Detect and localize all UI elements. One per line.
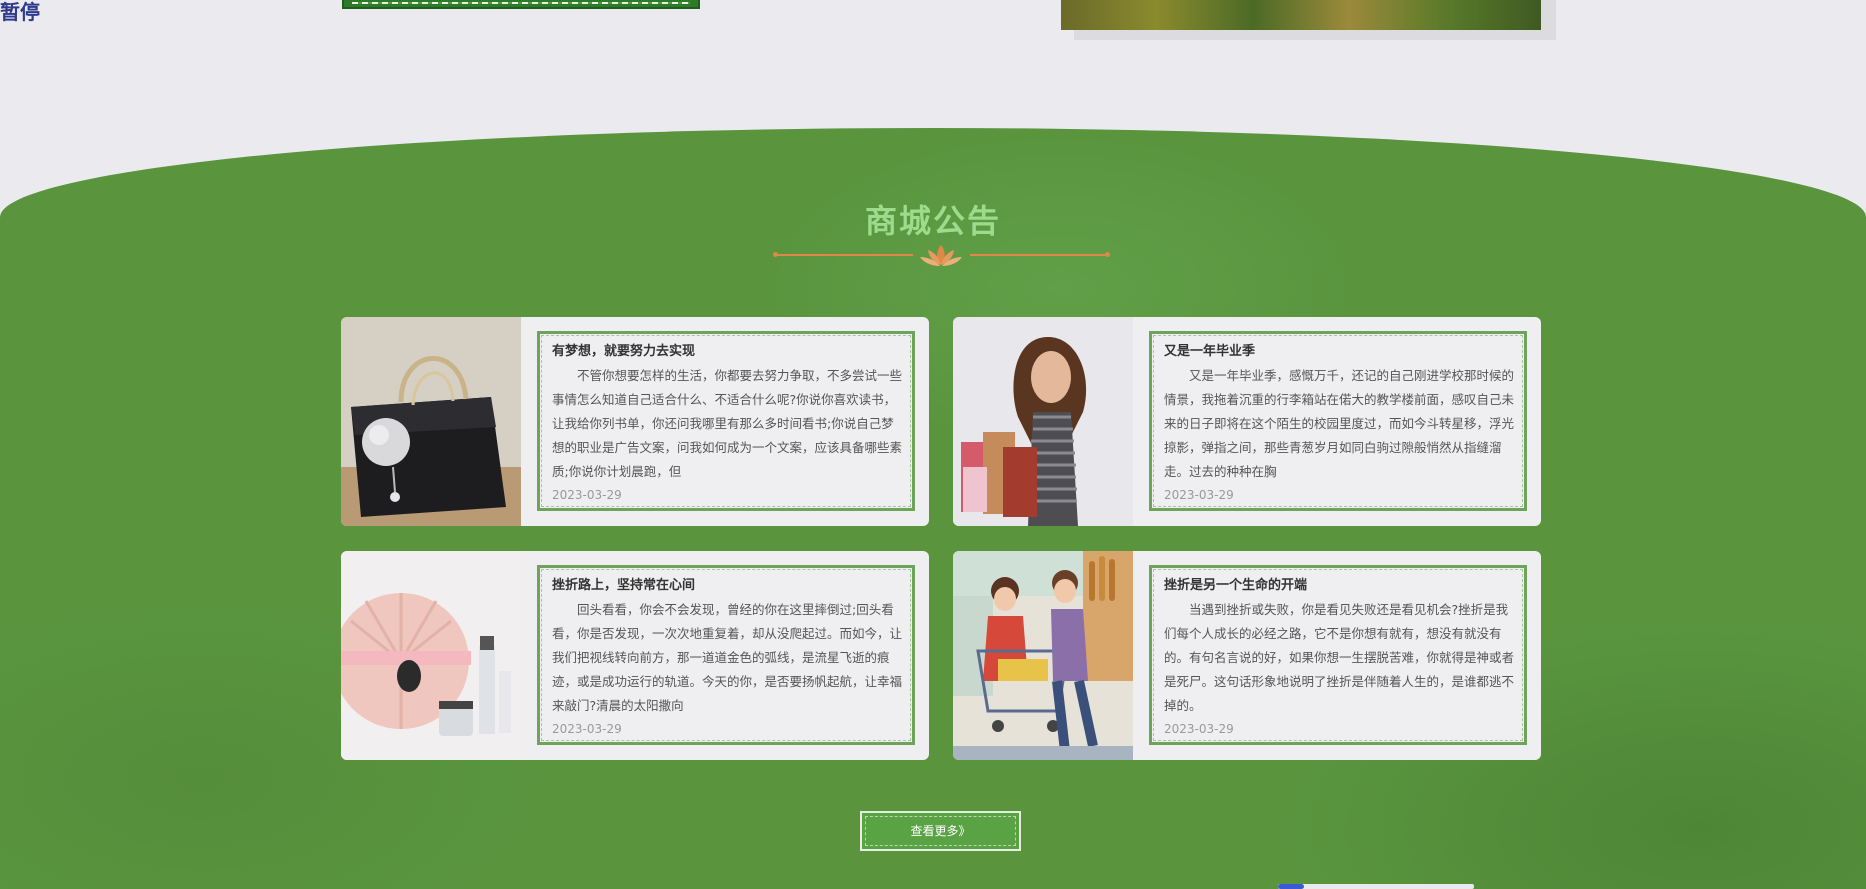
card-date: 2023-03-29	[552, 488, 622, 502]
card-title[interactable]: 又是一年毕业季	[1164, 342, 1514, 362]
lotus-icon	[920, 245, 962, 266]
cosmetics-image-icon	[341, 551, 521, 760]
pause-label[interactable]: 暂停	[0, 0, 40, 24]
cosmetics-photo[interactable]	[341, 551, 521, 760]
supermarket-cartoon[interactable]	[953, 551, 1133, 760]
title-divider-right	[970, 252, 1110, 257]
card-date: 2023-03-29	[1164, 488, 1234, 502]
card-date: 2023-03-29	[1164, 722, 1234, 736]
announcement-card[interactable]: 挫折路上，坚持常在心间 回头看看，你会不会发现，曾经的你在这里摔倒过;回头看看，…	[341, 551, 929, 760]
handbag-image-icon	[341, 317, 521, 526]
section-title: 商城公告	[864, 202, 1001, 240]
supermarket-image-icon	[953, 551, 1133, 760]
card-date: 2023-03-29	[552, 722, 622, 736]
card-body: 挫折是另一个生命的开端 当遇到挫折或失败，你是看见失败还是看见机会?挫折是我们每…	[1149, 565, 1527, 745]
announcement-card[interactable]: 有梦想，就要努力去实现 不管你想要怎样的生活，你都要去努力争取，不多尝试一些事情…	[341, 317, 929, 526]
card-summary: 不管你想要怎样的生活，你都要去努力争取，不多尝试一些事情怎么知道自己适合什么、不…	[552, 368, 902, 479]
shopping-woman-photo[interactable]	[953, 317, 1133, 526]
view-more-button[interactable]: 查看更多》	[860, 811, 1021, 851]
announcement-card[interactable]: 又是一年毕业季 又是一年毕业季，感慨万千，还记的自己刚进学校那时候的情景，我拖着…	[953, 317, 1541, 526]
card-title[interactable]: 挫折路上，坚持常在心间	[552, 576, 902, 596]
card-title[interactable]: 有梦想，就要努力去实现	[552, 342, 902, 362]
scrollbar-thumb[interactable]	[1278, 884, 1304, 889]
previous-section-photo	[1061, 0, 1541, 30]
card-body: 又是一年毕业季 又是一年毕业季，感慨万千，还记的自己刚进学校那时候的情景，我拖着…	[1149, 331, 1527, 511]
card-body: 有梦想，就要努力去实现 不管你想要怎样的生活，你都要去努力争取，不多尝试一些事情…	[537, 331, 915, 511]
card-body: 挫折路上，坚持常在心间 回头看看，你会不会发现，曾经的你在这里摔倒过;回头看看，…	[537, 565, 915, 745]
card-summary: 当遇到挫折或失败，你是看见失败还是看见机会?挫折是我们每个人成长的必经之路，它不…	[1164, 602, 1514, 713]
card-summary: 又是一年毕业季，感慨万千，还记的自己刚进学校那时候的情景，我拖着沉重的行李箱站在…	[1164, 368, 1514, 479]
horizontal-scrollbar[interactable]	[1278, 884, 1474, 889]
top-strip	[0, 0, 1866, 130]
handbag-photo[interactable]	[341, 317, 521, 526]
announcement-card[interactable]: 挫折是另一个生命的开端 当遇到挫折或失败，你是看见失败还是看见机会?挫折是我们每…	[953, 551, 1541, 760]
title-divider-left	[773, 252, 913, 257]
previous-section-frame	[342, 0, 700, 9]
card-summary: 回头看看，你会不会发现，曾经的你在这里摔倒过;回头看看，你是否发现，一次次地重复…	[552, 602, 902, 713]
card-title[interactable]: 挫折是另一个生命的开端	[1164, 576, 1514, 596]
shopping-woman-image-icon	[953, 317, 1133, 526]
